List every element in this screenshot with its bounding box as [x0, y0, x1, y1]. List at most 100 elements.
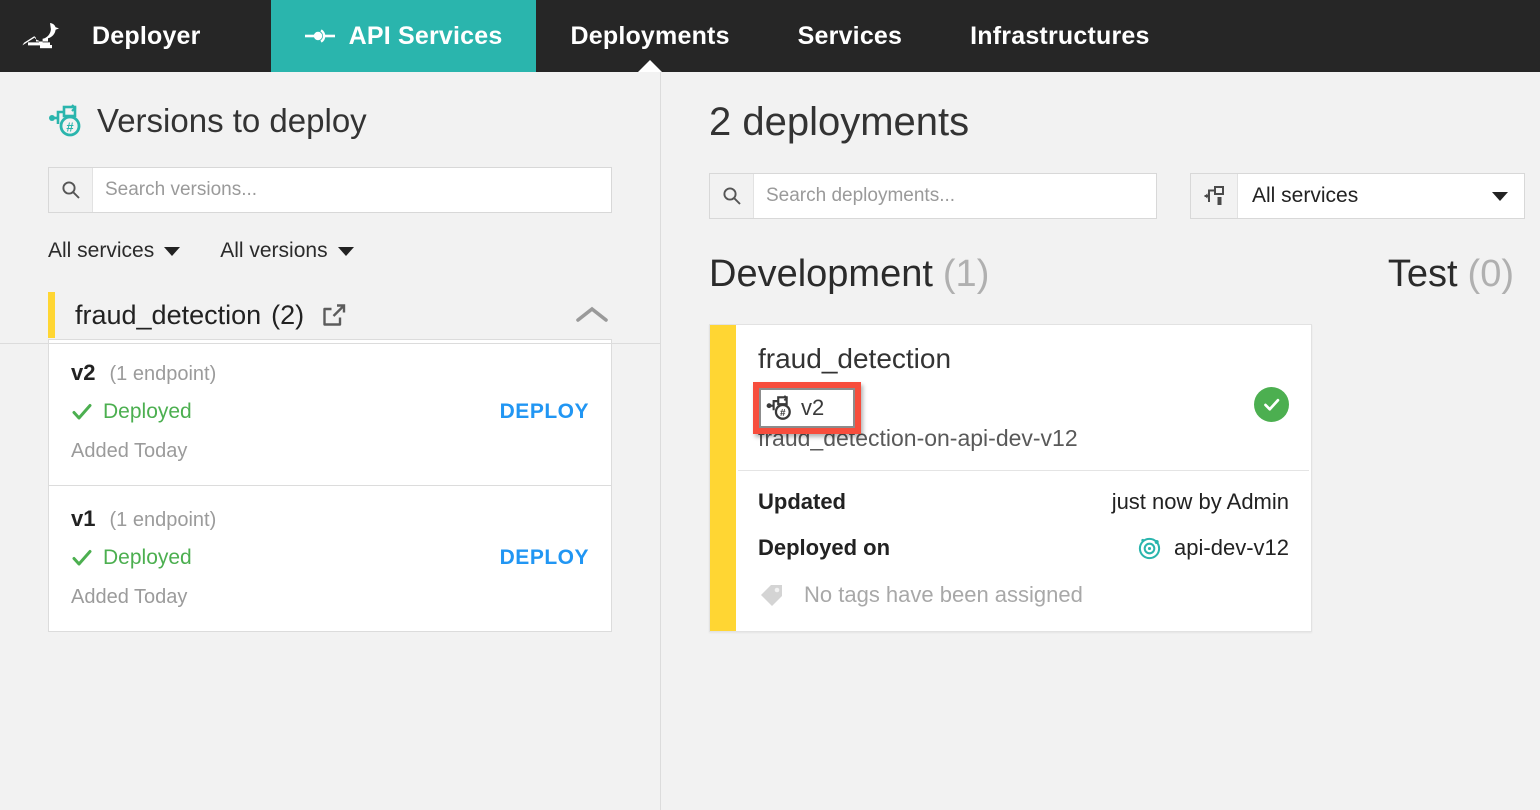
nav-tab-infrastructures-label: Infrastructures [970, 21, 1150, 50]
search-icon [49, 168, 93, 212]
version-group-count: (2) [271, 299, 305, 330]
meta-value-deployed-on-wrap: api-dev-v12 [1137, 535, 1289, 561]
nav-tab-infrastructures[interactable]: Infrastructures [936, 0, 1183, 72]
version-card-title: v1 (1 endpoint) [71, 506, 589, 532]
deployment-card[interactable]: fraud_detection # v2 fraud_detection-on-… [709, 324, 1312, 632]
deployment-version-row[interactable]: # v2 [758, 386, 1289, 412]
version-card-status-row: Deployed DEPLOY [71, 400, 589, 424]
environment-test-count: (0) [1467, 253, 1514, 295]
filter-all-services-label: All services [48, 239, 155, 262]
version-card-title: v2 (1 endpoint) [71, 360, 589, 386]
app-logo[interactable] [0, 0, 82, 72]
version-status: Deployed [71, 546, 192, 570]
meta-value-updated: just now by Admin [1111, 489, 1289, 514]
deployment-tags-empty-text: No tags have been assigned [804, 582, 1083, 607]
search-versions-input[interactable] [93, 168, 611, 212]
version-group-name: fraud_detection [75, 299, 262, 330]
service-filter-value-row[interactable]: All services [1238, 174, 1524, 218]
version-card-status-row: Deployed DEPLOY [71, 546, 589, 570]
svg-text:#: # [772, 399, 778, 410]
deployments-controls: All services [709, 173, 1540, 219]
tag-icon [761, 585, 782, 606]
deploy-button[interactable]: DEPLOY [500, 546, 589, 570]
deployment-card-header: fraud_detection # v2 fraud_detection-on-… [736, 325, 1311, 470]
version-status: Deployed [71, 400, 192, 424]
versions-panel-header: # Versions to deploy All services [0, 72, 660, 263]
nav-tab-deployments[interactable]: Deployments [536, 0, 763, 73]
deployment-status-badge [1254, 387, 1289, 422]
deployment-version-badge[interactable]: # v2 [758, 386, 817, 412]
version-card[interactable]: v1 (1 endpoint) Deployed DEPLOY Added To… [48, 486, 612, 632]
version-added-date: Added Today [71, 586, 188, 608]
workspace: # Versions to deploy All services [0, 72, 1540, 810]
version-endpoints: (1 endpoint) [109, 509, 217, 531]
search-deployments-input[interactable] [754, 174, 1156, 218]
environment-test: Test (0) [1388, 253, 1514, 296]
page-title: # Versions to deploy [48, 102, 612, 140]
environment-development-count: (1) [942, 253, 990, 295]
collapse-group-chevron-up-icon[interactable] [572, 303, 612, 327]
check-circle-icon [1264, 398, 1280, 411]
service-filter-select[interactable]: All services [1190, 173, 1525, 219]
deployments-panel-inner: 2 deployments Search deployments... All … [661, 72, 1540, 632]
api-endpoint-icon [304, 29, 335, 43]
version-hash-icon: # [49, 104, 81, 137]
deployment-id: fraud_detection-on-api-dev-v12 [758, 425, 1078, 451]
deployment-meta-row-updated: Updated just now by Admin [758, 489, 1289, 515]
environment-test-name: Test [1387, 253, 1458, 295]
nav-tab-services-label: Services [797, 21, 903, 50]
nav-tab-deployments-label: Deployments [570, 21, 730, 50]
versions-panel: # Versions to deploy All services [0, 72, 661, 810]
meta-key-updated: Updated [758, 489, 846, 514]
bird-logo-icon [22, 23, 59, 49]
filter-all-services-dropdown[interactable]: All services [48, 239, 181, 263]
chevron-down-icon [164, 246, 181, 256]
version-group-header[interactable]: fraud_detection (2) [48, 291, 612, 339]
environment-development: Development (1) [709, 253, 989, 296]
version-name: v1 [71, 506, 96, 531]
deploy-button[interactable]: DEPLOY [500, 400, 589, 424]
nav-tab-services[interactable]: Services [764, 0, 936, 72]
deployment-name: fraud_detection [758, 343, 952, 374]
svg-text:#: # [66, 120, 74, 135]
chevron-down-icon [1492, 191, 1508, 201]
external-link-icon[interactable] [320, 302, 347, 329]
filter-services-icon [1191, 174, 1238, 218]
page-title-label: Versions to deploy [97, 102, 367, 139]
filter-all-versions-dropdown[interactable]: All versions [220, 239, 354, 263]
check-icon [72, 404, 92, 420]
deployment-version-label: v2 [794, 386, 818, 411]
version-search-box[interactable] [48, 167, 612, 213]
version-endpoints: (1 endpoint) [109, 363, 217, 385]
version-added-date: Added Today [71, 440, 188, 462]
deployment-card-body: fraud_detection # v2 fraud_detection-on-… [736, 325, 1311, 631]
nav-brand-deployer[interactable]: Deployer [82, 0, 271, 72]
environment-development-name: Development [709, 253, 933, 295]
deployment-accent-bar [710, 325, 736, 631]
version-card[interactable]: v2 (1 endpoint) Deployed DEPLOY Added To… [48, 339, 612, 486]
deployment-card-meta: Updated just now by Admin Deployed on ap… [736, 471, 1311, 631]
service-filter-value: All services [1252, 184, 1359, 207]
deployment-tags-row[interactable]: No tags have been assigned [758, 581, 1289, 609]
nav-tab-api-services-label: API Services [348, 21, 503, 50]
version-hash-icon: # [758, 386, 783, 411]
panel-divider [0, 343, 660, 344]
environment-headers: Development (1) Test (0) [709, 253, 1540, 296]
meta-value-deployed-on: api-dev-v12 [1174, 535, 1289, 560]
version-status-label: Deployed [103, 400, 192, 423]
group-accent-bar [48, 292, 55, 338]
infrastructure-target-icon [1138, 537, 1161, 559]
top-navigation-bar: Deployer API Services Deployments Servic… [0, 0, 1540, 73]
check-icon [72, 550, 92, 566]
version-name: v2 [71, 360, 96, 385]
version-status-label: Deployed [103, 546, 192, 569]
version-filters: All services All versions [48, 239, 612, 263]
deployments-panel: 2 deployments Search deployments... All … [661, 72, 1540, 810]
filter-all-versions-label: All versions [220, 239, 328, 262]
deployment-meta-row-deployed-on: Deployed on api-dev-v12 [758, 535, 1289, 561]
nav-brand-label: Deployer [92, 21, 201, 50]
deployments-count-title: 2 deployments [709, 100, 970, 144]
search-icon [710, 174, 754, 218]
nav-tab-api-services[interactable]: API Services [270, 0, 537, 72]
deployment-search-box[interactable] [709, 173, 1157, 219]
